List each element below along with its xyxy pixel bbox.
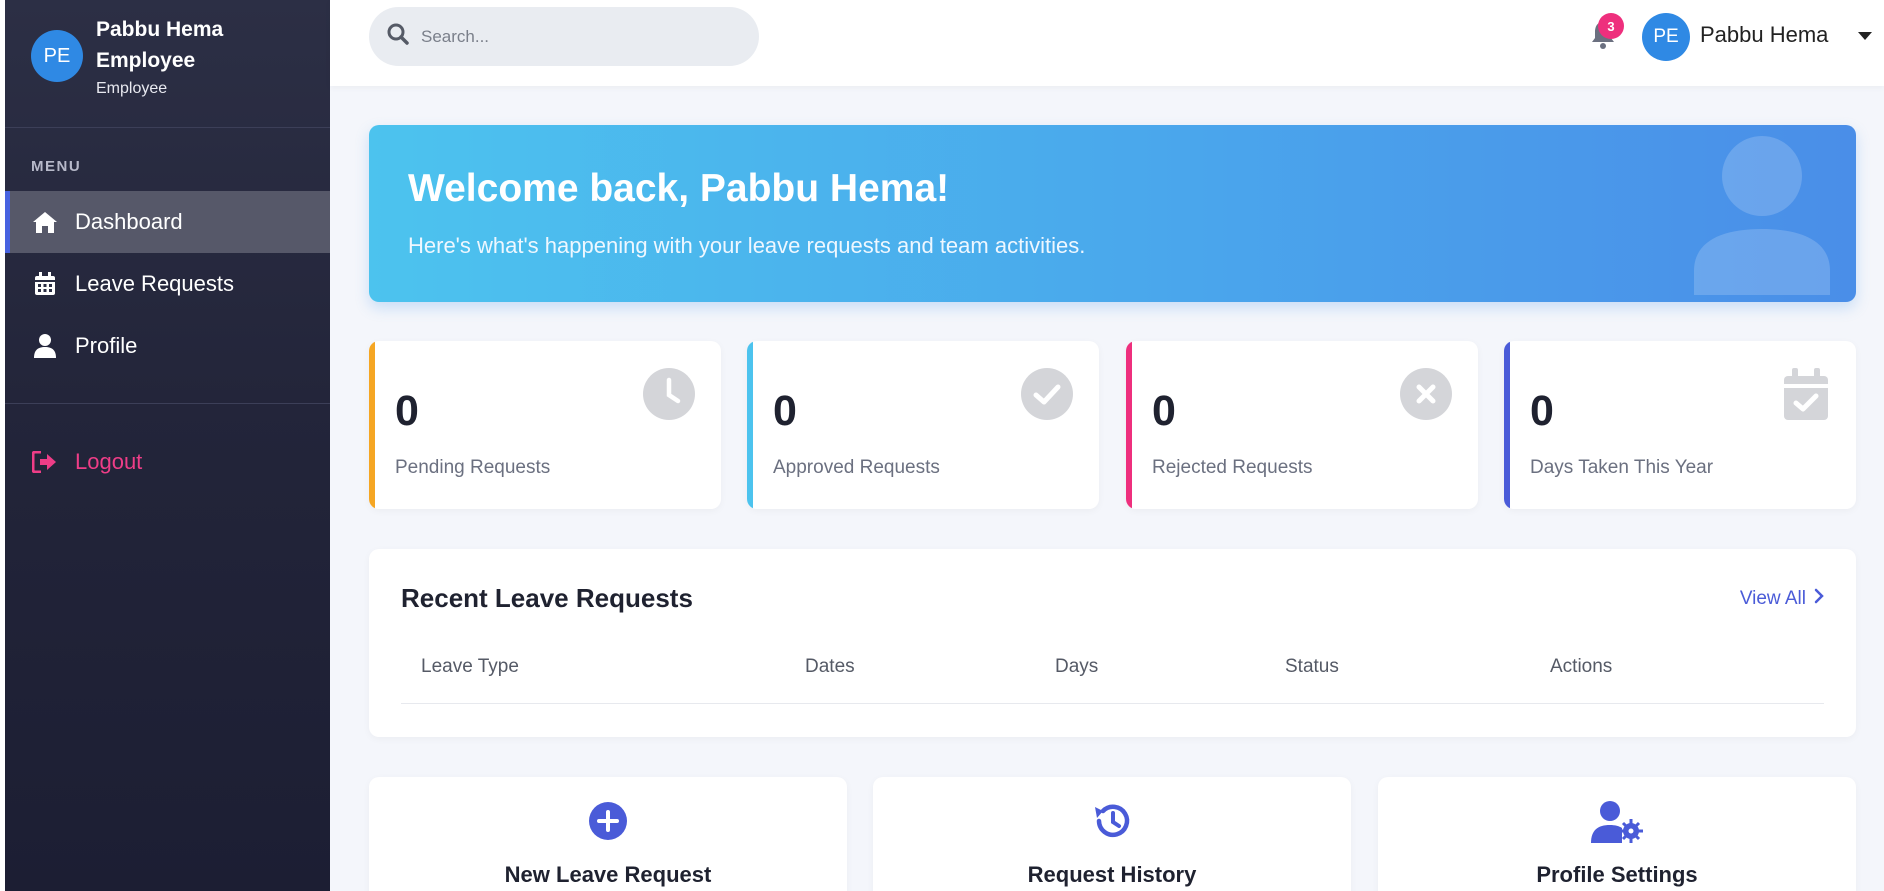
logout-icon [31,448,59,476]
clock-icon [643,368,695,425]
quick-action-label: New Leave Request [504,862,712,887]
stat-label: Pending Requests [395,457,551,478]
stat-accent-bar [369,341,375,509]
x-circle-icon [1400,368,1452,425]
check-circle-icon [1021,368,1073,425]
sidebar-item-profile[interactable]: Profile [5,315,330,377]
chevron-down-icon[interactable] [1857,28,1873,46]
sidebar-user-role: Employee [96,80,168,97]
stat-accent-bar [1126,341,1132,509]
stat-label: Approved Requests [773,457,940,478]
column-header-status: Status [1285,656,1339,677]
sidebar-user-name: Pabbu Hema Employee [96,18,224,72]
menu-label: MENU [31,158,82,175]
plus-circle-icon [588,801,628,846]
stat-card-rejected: 0 Rejected Requests [1126,341,1478,509]
new-leave-request-card[interactable]: New Leave Request [369,777,847,891]
logout-button[interactable]: Logout [5,431,330,493]
profile-settings-card[interactable]: Profile Settings [1378,777,1856,891]
person-illustration-icon [1692,131,1832,300]
stat-accent-bar [1504,341,1510,509]
stat-label: Rejected Requests [1152,457,1313,478]
notification-badge: 3 [1598,13,1624,39]
stat-label: Days Taken This Year [1530,457,1714,478]
search-input[interactable] [421,26,741,47]
stat-accent-bar [747,341,753,509]
stat-card-pending: 0 Pending Requests [369,341,721,509]
table-header: Leave Type Dates Days Status Actions [401,656,1824,704]
sidebar-divider [5,403,330,404]
sidebar: PE Pabbu Hema Employee Employee MENU Das… [0,0,330,891]
sidebar-item-label: Profile [75,333,138,358]
column-header-dates: Dates [805,656,855,677]
sidebar-item-leave-requests[interactable]: Leave Requests [5,253,330,315]
history-icon [1091,801,1133,846]
user-cog-icon [1591,801,1643,848]
home-icon [31,208,59,236]
user-icon [31,332,59,360]
view-all-link[interactable]: View All [1740,588,1824,610]
column-header-leave-type: Leave Type [421,656,519,677]
search-icon [387,23,409,50]
stat-card-approved: 0 Approved Requests [747,341,1099,509]
sidebar-user-panel: PE Pabbu Hema Employee Employee [5,0,330,128]
user-menu-name[interactable]: Pabbu Hema [1700,22,1828,48]
calendar-icon [31,270,59,298]
stat-value: 0 [1152,387,1176,435]
stat-value: 0 [395,387,419,435]
stat-value: 0 [773,387,797,435]
column-header-actions: Actions [1550,656,1613,677]
recent-leave-requests-card: Recent Leave Requests View All Leave Typ… [369,549,1856,737]
request-history-card[interactable]: Request History [873,777,1351,891]
column-header-days: Days [1055,656,1099,677]
section-title: Recent Leave Requests [401,583,693,613]
sidebar-item-label: Dashboard [75,209,183,234]
logout-label: Logout [75,449,143,474]
welcome-title: Welcome back, Pabbu Hema! [408,167,950,210]
quick-action-label: Request History [1027,862,1197,887]
sidebar-item-label: Leave Requests [75,271,234,296]
view-all-label: View All [1739,588,1806,609]
calendar-check-icon [1782,368,1830,427]
stat-value: 0 [1530,387,1554,435]
sidebar-item-dashboard[interactable]: Dashboard [5,191,330,253]
user-avatar[interactable]: PE [1642,13,1690,61]
welcome-banner: Welcome back, Pabbu Hema! Here's what's … [369,125,1856,302]
quick-action-label: Profile Settings [1536,862,1698,887]
welcome-subtitle: Here's what's happening with your leave … [408,233,1086,258]
avatar: PE [31,30,83,82]
topbar: 3 PE Pabbu Hema [330,0,1884,86]
search-box[interactable] [369,7,759,66]
stat-card-days-taken: 0 Days Taken This Year [1504,341,1856,509]
chevron-right-icon [1814,588,1824,610]
